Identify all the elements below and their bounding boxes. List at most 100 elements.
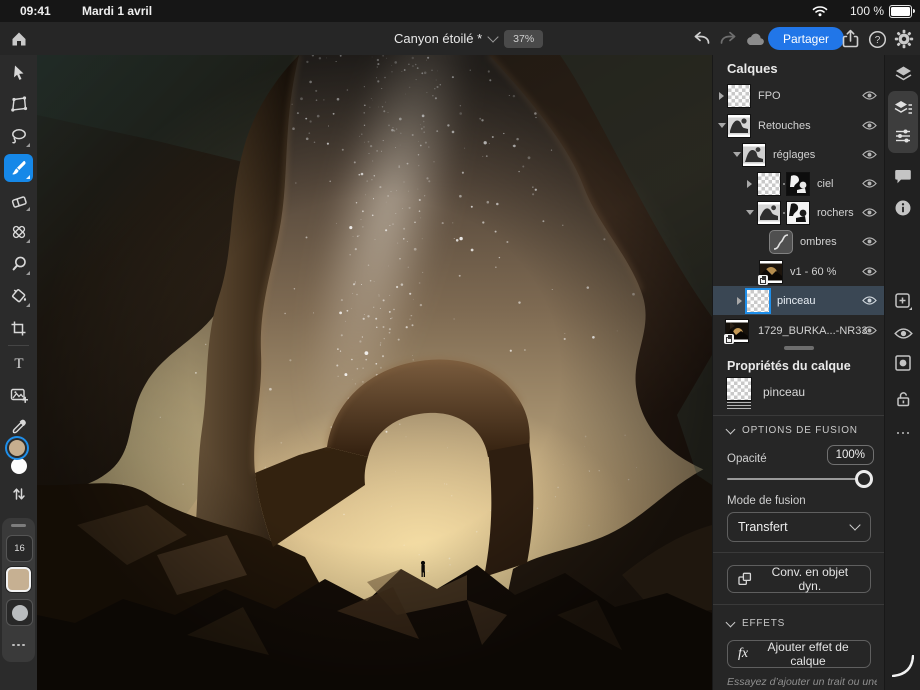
eye-icon[interactable] — [862, 235, 877, 248]
export-icon[interactable] — [839, 28, 861, 50]
layer-thumbnail[interactable] — [743, 144, 765, 166]
layer-thumbnail[interactable] — [747, 290, 769, 312]
document-title-group[interactable]: Canyon étoilé * 37% — [394, 22, 543, 55]
layer-mask-thumbnail[interactable] — [787, 202, 809, 224]
chevron-down-icon — [488, 31, 499, 42]
layer-row-v1[interactable]: v1 - 60 % — [713, 257, 885, 286]
layer-row-rochers[interactable]: rochers — [713, 198, 885, 227]
brush-tool[interactable] — [4, 154, 33, 182]
effects-header[interactable]: EFFETS — [727, 618, 785, 629]
help-button[interactable]: ? — [866, 28, 888, 50]
background-color-swatch[interactable] — [11, 458, 27, 474]
layer-mask-thumbnail[interactable] — [787, 173, 809, 195]
home-button[interactable] — [8, 28, 30, 50]
layer-row-fpo[interactable]: FPO — [713, 81, 885, 110]
convert-smart-object-button[interactable]: Conv. en objet dyn. — [727, 565, 871, 593]
layers-panel-icon[interactable] — [892, 97, 914, 119]
eye-icon[interactable] — [862, 206, 877, 219]
opacity-label: Opacité — [727, 453, 767, 465]
brush-size-chip[interactable]: 16 — [6, 535, 33, 562]
brush-preview-chip[interactable] — [6, 599, 33, 626]
layer-properties-title: Propriétés du calque — [727, 359, 851, 373]
move-tool[interactable] — [4, 58, 33, 86]
eye-icon[interactable] — [862, 177, 877, 190]
adjustments-icon[interactable] — [892, 125, 914, 147]
magnifier-tool[interactable] — [4, 250, 33, 278]
zoom-level-badge[interactable]: 37% — [504, 30, 543, 48]
disclosure-icon[interactable] — [746, 210, 754, 215]
settings-gear-icon[interactable] — [893, 28, 915, 50]
swap-colors-icon[interactable] — [4, 480, 33, 508]
add-layer-effect-button[interactable]: fx Ajouter effet de calque — [727, 640, 871, 668]
disclosure-icon[interactable] — [737, 297, 742, 305]
chevron-down-icon — [726, 617, 736, 627]
lasso-tool[interactable] — [4, 122, 33, 150]
curves-adjustment-thumbnail[interactable] — [770, 231, 792, 253]
drag-handle[interactable] — [11, 524, 26, 527]
disclosure-icon[interactable] — [747, 180, 752, 188]
add-layer-icon[interactable] — [892, 290, 914, 312]
comment-icon[interactable] — [892, 165, 914, 187]
blend-mode-select[interactable]: Transfert — [727, 512, 871, 542]
place-image-tool[interactable] — [4, 381, 33, 409]
cloud-sync-icon[interactable] — [744, 28, 766, 50]
layer-row-1729[interactable]: 1729_BURKA...-NR33 — [713, 316, 885, 345]
eye-icon[interactable] — [862, 294, 877, 307]
redo-button[interactable] — [717, 28, 739, 50]
panel-drag-handle[interactable] — [784, 346, 814, 350]
layer-row-retouches[interactable]: Retouches — [713, 111, 885, 140]
document-title: Canyon étoilé * — [394, 31, 482, 46]
layer-row-reglages[interactable]: réglages — [713, 140, 885, 169]
disclosure-icon[interactable] — [719, 92, 724, 100]
svg-text:T: T — [14, 356, 23, 371]
type-tool[interactable]: T — [4, 349, 33, 377]
smart-object-thumbnail[interactable] — [726, 320, 748, 342]
mask-icon[interactable] — [892, 352, 914, 374]
foreground-background-colors[interactable] — [6, 440, 32, 478]
transform-tool[interactable] — [4, 90, 33, 118]
healing-tool[interactable] — [4, 218, 33, 246]
more-options-icon[interactable] — [2, 638, 35, 652]
layer-row-pinceau-selected[interactable]: pinceau — [713, 286, 885, 315]
share-button[interactable]: Partager — [768, 27, 844, 50]
fill-tool[interactable] — [4, 282, 33, 310]
brush-color-chip[interactable] — [6, 567, 31, 592]
eye-icon[interactable] — [892, 322, 914, 344]
layer-stack-icon[interactable] — [892, 63, 914, 85]
layer-row-ciel[interactable]: ciel — [713, 169, 885, 198]
eye-icon[interactable] — [862, 89, 877, 102]
svg-text:?: ? — [874, 35, 880, 46]
undo-button[interactable] — [691, 28, 713, 50]
disclosure-icon[interactable] — [718, 123, 726, 128]
toolbar-divider — [8, 345, 29, 346]
eraser-tool[interactable] — [4, 186, 33, 214]
foreground-color-swatch[interactable] — [9, 440, 25, 456]
opacity-slider-knob[interactable] — [855, 470, 873, 488]
smart-object-thumbnail[interactable] — [760, 261, 782, 283]
blend-options-header[interactable]: OPTIONS DE FUSION — [727, 425, 858, 436]
layer-name: v1 - 60 % — [790, 266, 836, 278]
disclosure-icon[interactable] — [733, 152, 741, 157]
more-icon[interactable] — [892, 422, 914, 444]
lock-icon[interactable] — [892, 388, 914, 410]
info-icon[interactable] — [892, 197, 914, 219]
eye-icon[interactable] — [862, 265, 877, 278]
canvas-image[interactable] — [37, 55, 712, 690]
eyedropper-tool[interactable] — [4, 413, 33, 441]
smart-object-badge — [724, 334, 734, 344]
layer-thumbnail[interactable] — [758, 173, 780, 195]
panel-divider — [713, 604, 885, 605]
layer-row-ombres[interactable]: ombres — [713, 227, 885, 256]
layer-name: réglages — [773, 149, 815, 161]
eye-icon[interactable] — [862, 148, 877, 161]
layer-thumbnail[interactable] — [728, 85, 750, 107]
opacity-slider[interactable] — [727, 478, 871, 480]
layer-thumbnail[interactable] — [728, 115, 750, 137]
wifi-icon — [812, 5, 828, 17]
date: Mardi 1 avril — [82, 4, 152, 18]
layer-thumbnail[interactable] — [758, 202, 780, 224]
eye-icon[interactable] — [862, 119, 877, 132]
opacity-value-box[interactable]: 100% — [827, 445, 874, 465]
eye-icon[interactable] — [862, 324, 877, 337]
crop-tool[interactable] — [4, 314, 33, 342]
